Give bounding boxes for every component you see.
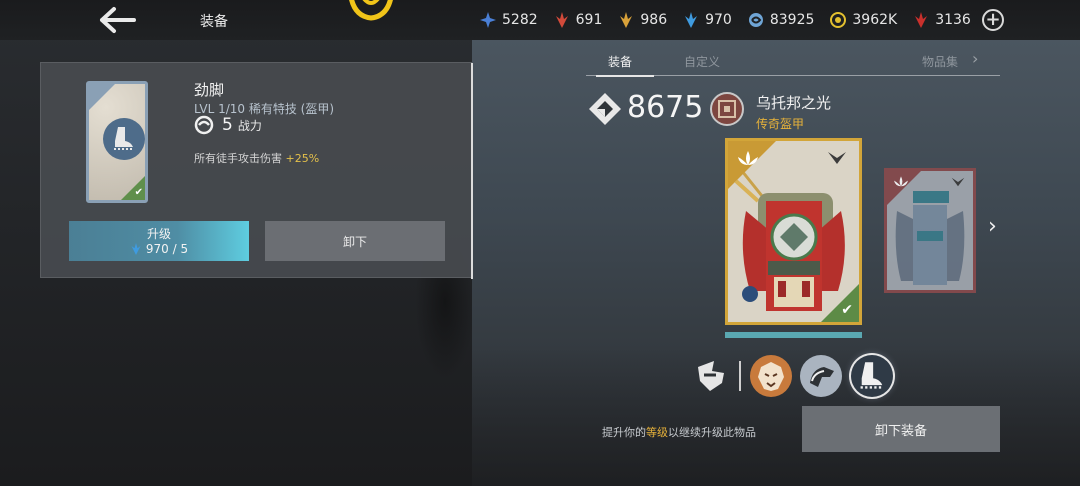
currency-blue: 970 [683, 12, 732, 28]
red-crystal-icon [555, 12, 568, 28]
currency-value: 986 [640, 12, 668, 28]
slot-armor-style[interactable] [690, 355, 732, 397]
item-power: 5 战力 [194, 115, 262, 135]
blue-crystal-icon [685, 12, 698, 28]
currency-star: 5282 [480, 12, 538, 28]
upgrade-cost: 970 / 5 [69, 242, 249, 256]
description-text: 所有徒手攻击伤害 [194, 152, 286, 165]
check-icon: ✔ [841, 302, 853, 318]
currency-coin: 3962K [830, 12, 897, 28]
currency-value: 970 [705, 12, 732, 28]
glove-icon [810, 367, 834, 387]
slot-gauntlet[interactable] [800, 355, 842, 397]
currency-swirl: 83925 [748, 12, 815, 28]
currency-ruby: 3136 [913, 12, 971, 28]
set-name: 乌托邦之光 [756, 94, 832, 112]
back-button[interactable] [98, 6, 138, 34]
armor-card-selected[interactable]: ✔ [725, 138, 862, 325]
swirl-icon [748, 13, 763, 27]
power-label: 战力 [237, 118, 262, 133]
hint-level-link[interactable]: 等级 [646, 426, 668, 439]
armor-style-icon [698, 361, 724, 391]
slot-helmet[interactable] [750, 355, 792, 397]
top-bar: 装备 5282 691 986 970 83925 3962K 3136 + [0, 0, 1080, 40]
upgrade-label: 升级 [146, 227, 171, 241]
lotus-icon [738, 151, 758, 165]
check-icon: ✔ [134, 187, 143, 198]
item-detail-panel: ✔ 劲脚 LVL 1/10 稀有特技 (盔甲) 5 战力 所有徒手攻击伤害 +2… [40, 62, 473, 279]
upgrade-button[interactable]: 升级 970 / 5 [69, 221, 249, 261]
armor-card-next[interactable] [884, 168, 976, 293]
blue-crystal-icon [131, 243, 141, 255]
item-name: 劲脚 [194, 81, 225, 99]
chevron-down-icon [828, 152, 846, 164]
arrow-left-icon [100, 7, 136, 33]
power-diamond-icon [589, 93, 621, 125]
currency-value: 5282 [502, 12, 538, 28]
unequip-button[interactable]: 卸下 [265, 221, 445, 261]
currency-bar: 5282 691 986 970 83925 3962K 3136 [480, 0, 987, 40]
boot-icon [860, 362, 884, 389]
gem-icon [742, 286, 758, 302]
armor-power-value: 8675 [627, 90, 704, 125]
description-bonus: +25% [285, 152, 320, 165]
currency-value: 3962K [852, 12, 898, 28]
hint-text-end: 以继续升级此物品 [668, 426, 756, 439]
panel-divider [471, 63, 473, 279]
selected-indicator [725, 332, 862, 338]
currency-gold: 986 [618, 12, 667, 28]
boot-icon [103, 118, 145, 160]
upgrade-cost-value: 970 / 5 [145, 242, 189, 256]
chevron-down-icon [951, 177, 965, 187]
currency-value: 3136 [935, 12, 971, 28]
gold-crystal-icon [620, 12, 633, 28]
slot-divider [739, 361, 741, 391]
rarity-corner [89, 84, 115, 110]
next-arrow-icon[interactable]: › [988, 214, 997, 239]
item-card[interactable]: ✔ [86, 81, 148, 203]
power-value: 5 [222, 115, 233, 135]
unequip-armor-button[interactable]: 卸下装备 [802, 406, 1000, 452]
equipment-tabs: 装备 自定义 物品集 › [586, 44, 1000, 77]
lotus-icon [894, 176, 908, 187]
currency-value: 691 [575, 12, 603, 28]
tab-custom[interactable]: 自定义 [684, 53, 720, 70]
set-rarity: 传奇盔甲 [756, 117, 805, 131]
tab-collection[interactable]: 物品集 [922, 53, 958, 70]
lion-mask-icon [758, 362, 784, 391]
hint-text: 提升你的 [602, 426, 646, 439]
power-swirl-icon [194, 115, 214, 135]
item-description: 所有徒手攻击伤害 +25% [194, 150, 319, 166]
slot-boots[interactable] [851, 355, 893, 397]
add-currency-button[interactable]: + [982, 9, 1004, 31]
blue-star-icon [480, 12, 496, 28]
equipped-corner [821, 284, 859, 322]
chevron-right-icon[interactable]: › [972, 49, 978, 68]
currency-red: 691 [554, 12, 603, 28]
set-emblem-icon [710, 92, 744, 126]
upgrade-hint: 提升你的等级以继续升级此物品 [602, 424, 756, 440]
ruby-icon [915, 12, 928, 28]
coin-icon [830, 12, 847, 28]
currency-value: 83925 [769, 12, 815, 28]
tab-equipment[interactable]: 装备 [595, 53, 655, 77]
emblem-icon [349, 0, 393, 21]
page-title: 装备 [200, 14, 228, 30]
